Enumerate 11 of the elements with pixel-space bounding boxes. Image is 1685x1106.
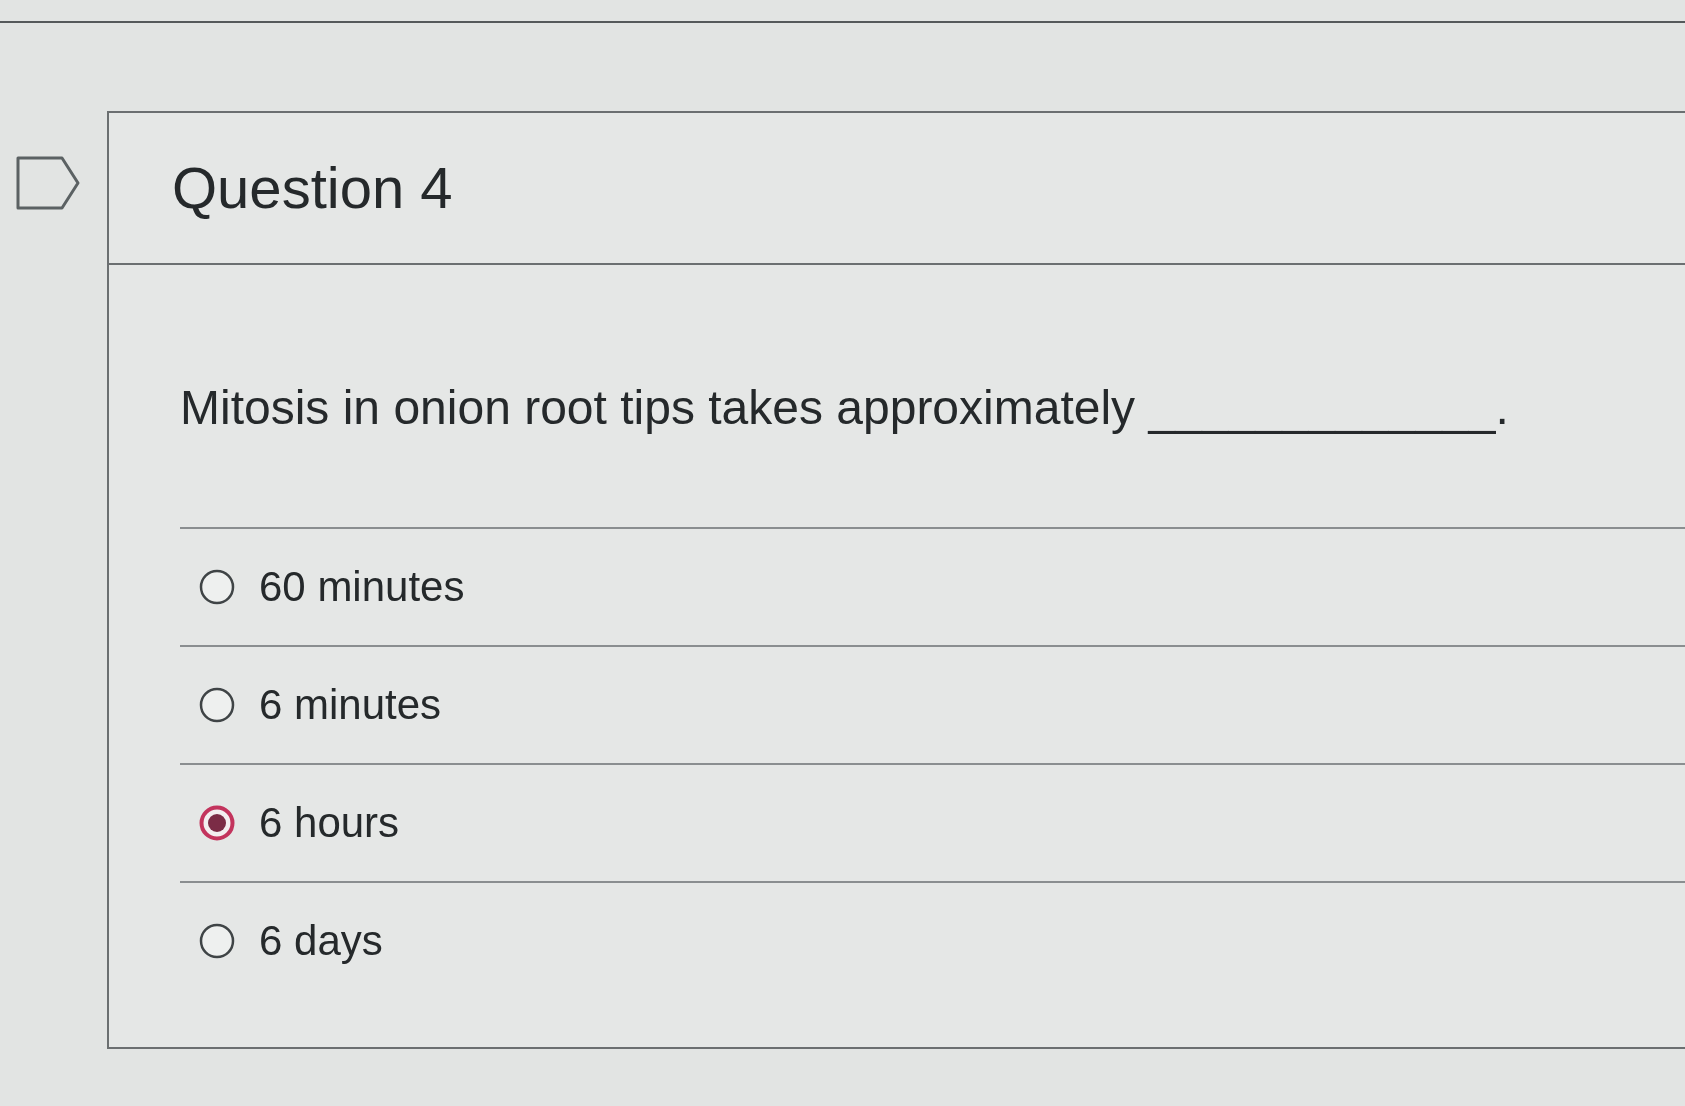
radio-button[interactable] (199, 687, 235, 723)
radio-button[interactable] (199, 923, 235, 959)
answer-label[interactable]: 6 hours (259, 798, 400, 848)
answer-label[interactable]: 6 minutes (259, 680, 442, 730)
question-text: Mitosis in onion root tips takes approximately _____________. (180, 380, 1510, 436)
answer-label[interactable]: 60 minutes (259, 562, 465, 612)
answer-label[interactable]: 6 days (259, 916, 383, 966)
question-title: Question 4 (172, 155, 453, 221)
flag-icon[interactable] (16, 156, 80, 210)
radio-button[interactable] (199, 805, 235, 841)
radio-button[interactable] (199, 569, 235, 605)
